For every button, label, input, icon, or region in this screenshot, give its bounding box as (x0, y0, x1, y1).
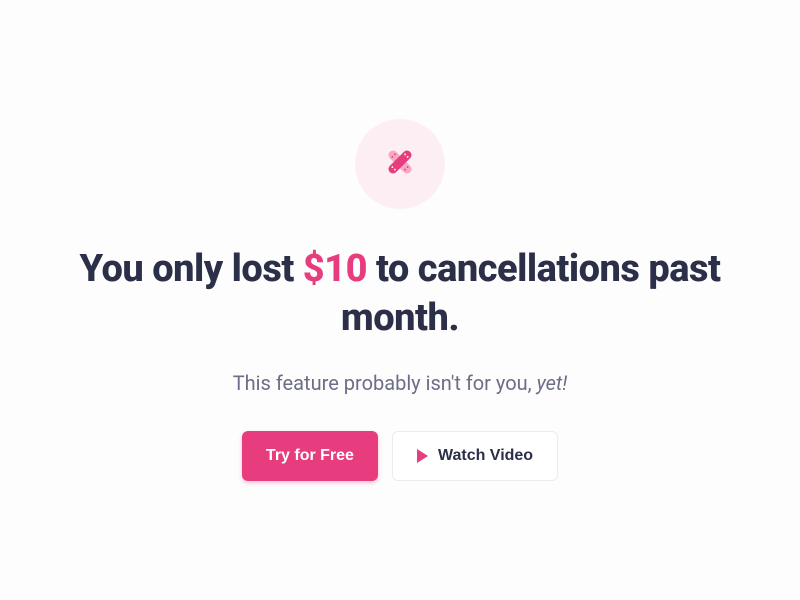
try-for-free-label: Try for Free (266, 447, 354, 465)
subtext: This feature probably isn't for you, yet… (233, 371, 568, 395)
headline-part1: You only lost (80, 247, 303, 291)
button-row: Try for Free Watch Video (242, 431, 558, 481)
watch-video-label: Watch Video (438, 447, 533, 465)
headline-part2: to cancellations past month. (341, 247, 721, 340)
play-icon (417, 449, 428, 463)
headline-amount: $10 (303, 247, 367, 291)
subtext-part1: This feature probably isn't for you, (233, 371, 537, 395)
subtext-emph: yet! (537, 371, 568, 395)
try-for-free-button[interactable]: Try for Free (242, 431, 378, 481)
hero-icon-circle (355, 119, 445, 209)
watch-video-button[interactable]: Watch Video (392, 431, 558, 481)
headline: You only lost $10 to cancellations past … (40, 245, 760, 344)
bandage-cross-icon (382, 144, 418, 184)
